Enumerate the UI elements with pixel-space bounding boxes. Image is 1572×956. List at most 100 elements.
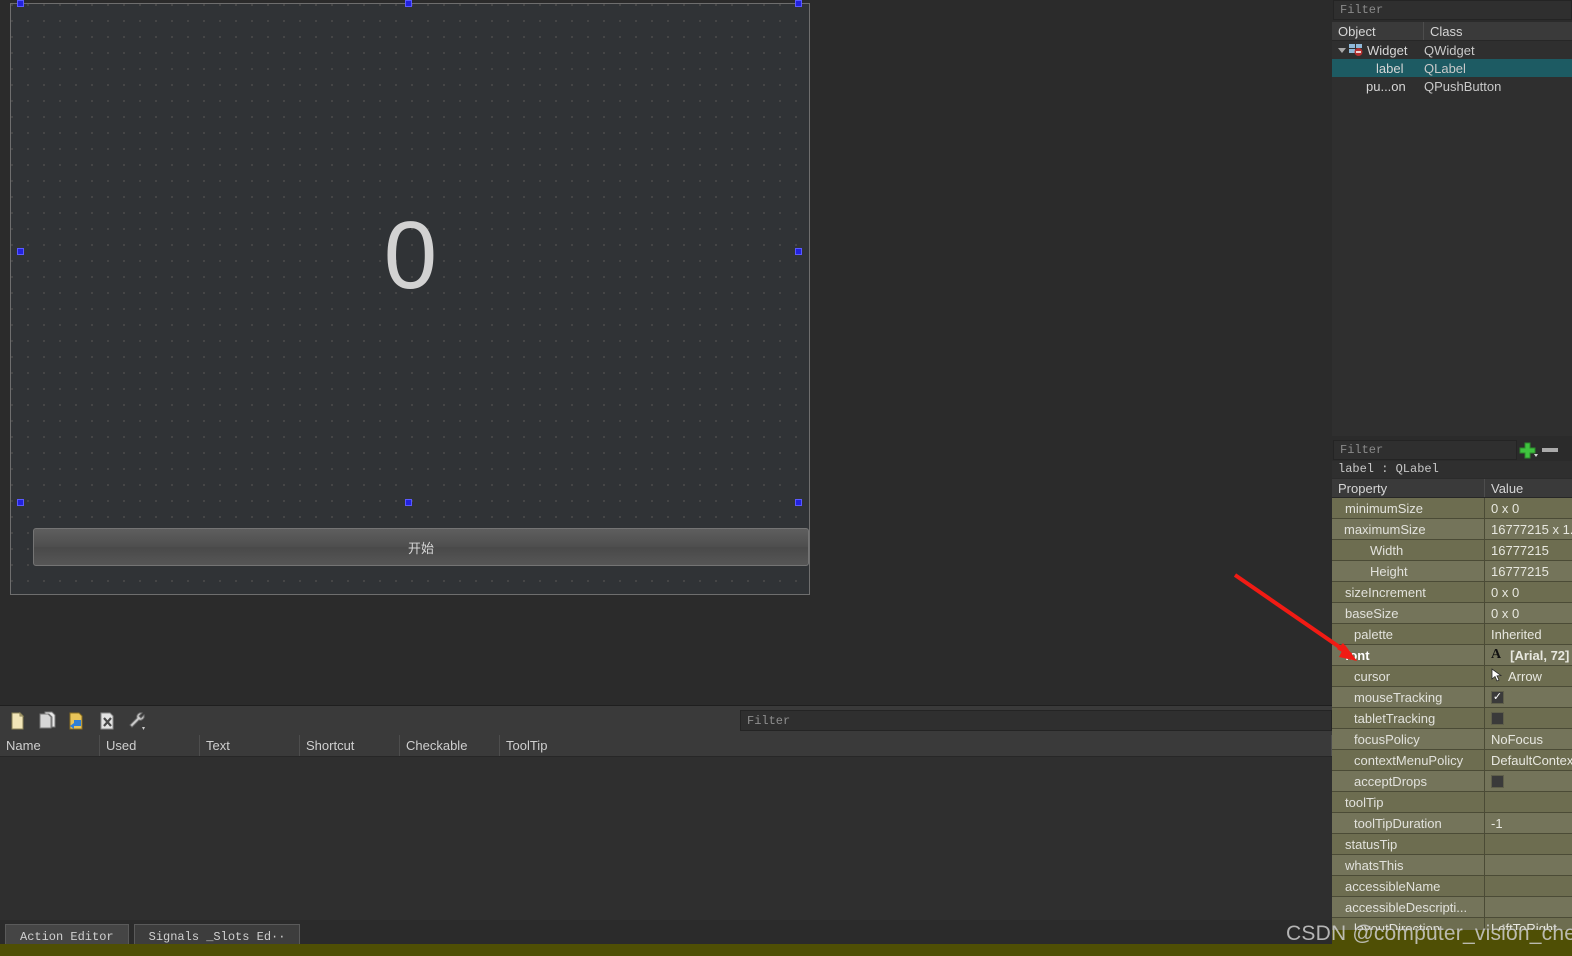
column-header-class[interactable]: Class [1424,22,1572,40]
property-row-focuspolicy[interactable]: focusPolicy NoFocus [1332,729,1572,750]
property-value-label: NoFocus [1491,731,1544,747]
column-header-text[interactable]: Text [200,735,300,756]
property-value-cell[interactable]: DefaultContex.. [1485,753,1572,768]
property-value-cell[interactable]: 16777215 [1485,564,1572,579]
property-row-accessibledescripti[interactable]: accessibleDescripti... [1332,897,1572,918]
property-row-minimumsize[interactable]: minimumSize 0 x 0 [1332,498,1572,519]
property-name-label: sizeIncrement [1345,584,1426,600]
label-widget[interactable]: 0 [22,6,799,506]
push-button-label: 开始 [407,540,434,556]
property-name-label: toolTipDuration [1354,815,1442,831]
column-header-value[interactable]: Value [1485,479,1529,497]
form-canvas[interactable]: 0 开始 [0,0,1332,705]
property-value-cell[interactable]: ✓ [1485,690,1572,704]
property-value-cell[interactable]: 0 x 0 [1485,606,1572,621]
edit-icon[interactable] [66,710,88,732]
column-header-object[interactable]: Object [1332,22,1424,40]
property-row-tablettracking[interactable]: tabletTracking [1332,708,1572,729]
watermark-text: CSDN @computer_vision_chen [1286,922,1572,945]
property-row-accessiblename[interactable]: accessibleName [1332,876,1572,897]
property-row-tooltip[interactable]: toolTip [1332,792,1572,813]
property-value-cell[interactable]: 0 x 0 [1485,585,1572,600]
property-value-label: -1 [1491,815,1503,831]
tree-item-pushbutton[interactable]: pu...on QPushButton [1332,77,1572,95]
property-row-tooltipduration[interactable]: toolTipDuration -1 [1332,813,1572,834]
property-name-cell: minimumSize [1332,498,1485,518]
wrench-icon[interactable] [126,710,148,732]
property-editor-dock: Filter label : QLabel Property Value min… [1332,438,1572,956]
property-name-cell: sizeIncrement [1332,582,1485,602]
action-filter-input[interactable]: Filter [740,710,1332,731]
selection-handle-bottom-left[interactable] [17,499,24,506]
property-row-acceptdrops[interactable]: acceptDrops [1332,771,1572,792]
property-name-label: font [1345,647,1370,663]
property-value-cell[interactable]: A [Arial, 72] [1485,647,1572,663]
property-name-cell: focusPolicy [1332,729,1485,749]
tree-item-widget[interactable]: Widget QWidget [1332,41,1572,59]
action-table-header: Name Used Text Shortcut Checkable ToolTi… [0,735,1332,757]
delete-icon[interactable] [96,710,118,732]
tree-item-class: QPushButton [1424,78,1502,94]
property-name-cell: baseSize [1332,603,1485,623]
property-value-cell[interactable]: 16777215 [1485,543,1572,558]
property-row-statustip[interactable]: statusTip [1332,834,1572,855]
property-value-label: 0 x 0 [1491,584,1520,600]
selection-handle-middle-left[interactable] [17,248,24,255]
push-button-widget[interactable]: 开始 [33,528,809,566]
property-row-mousetracking[interactable]: mouseTracking ✓ [1332,687,1572,708]
property-row-cursor[interactable]: cursor Arrow [1332,666,1572,687]
form-widget[interactable]: 0 开始 [10,3,810,595]
checkbox-unchecked-icon[interactable] [1491,774,1504,788]
object-filter-input[interactable]: Filter [1333,0,1572,20]
property-name-label: maximumSize [1344,521,1426,537]
selection-handle-top-right[interactable] [795,0,802,7]
selection-handle-top-left[interactable] [17,0,24,7]
add-property-button[interactable] [1517,440,1539,460]
property-row-basesize[interactable]: baseSize 0 x 0 [1332,603,1572,624]
new-action-icon[interactable] [6,710,28,732]
column-header-property[interactable]: Property [1332,479,1485,497]
property-list[interactable]: minimumSize 0 x 0 maximumSize 16777215 x 1.… [1332,498,1572,938]
property-row-maximumsize[interactable]: maximumSize 16777215 x 1.. [1332,519,1572,540]
property-row-height[interactable]: Height 16777215 [1332,561,1572,582]
property-filter-input[interactable]: Filter [1333,440,1517,460]
copy-icon[interactable] [36,710,58,732]
checkbox-checked-icon[interactable]: ✓ [1491,690,1504,704]
property-row-palette[interactable]: palette Inherited [1332,624,1572,645]
action-table-body[interactable] [0,757,1332,920]
remove-property-button[interactable] [1539,440,1561,460]
selection-handle-bottom-center[interactable] [405,499,412,506]
selection-handle-middle-right[interactable] [795,248,802,255]
column-header-checkable[interactable]: Checkable [400,735,500,756]
property-value-label: 16777215 [1491,542,1549,558]
property-value-cell[interactable]: Inherited [1485,627,1572,642]
property-value-cell[interactable]: NoFocus [1485,732,1572,747]
property-value-cell[interactable] [1485,711,1572,725]
object-tree[interactable]: Widget QWidget label QLabel pu...on QPus… [1332,41,1572,436]
property-row-width[interactable]: Width 16777215 [1332,540,1572,561]
column-header-tooltip[interactable]: ToolTip [500,735,1332,756]
property-name-cell: acceptDrops [1332,771,1485,791]
tree-item-label-text: pu...on [1366,78,1406,94]
property-value-cell[interactable]: -1 [1485,816,1572,831]
property-value-label: Arrow [1508,668,1542,684]
property-value-label: Inherited [1491,626,1542,642]
property-value-cell[interactable]: 0 x 0 [1485,501,1572,516]
property-row-font[interactable]: font A [Arial, 72] [1332,645,1572,666]
property-value-cell[interactable] [1485,774,1572,788]
property-value-cell[interactable]: 16777215 x 1.. [1485,522,1572,537]
property-value-label: 16777215 [1491,563,1549,579]
checkbox-unchecked-icon[interactable] [1491,711,1504,725]
column-header-used[interactable]: Used [100,735,200,756]
property-row-sizeincrement[interactable]: sizeIncrement 0 x 0 [1332,582,1572,603]
property-name-label: acceptDrops [1354,773,1427,789]
property-row-whatsthis[interactable]: whatsThis [1332,855,1572,876]
tree-item-label[interactable]: label QLabel [1332,59,1572,77]
column-header-name[interactable]: Name [0,735,100,756]
selection-handle-top-center[interactable] [405,0,412,7]
property-value-cell[interactable]: Arrow [1485,667,1572,685]
chevron-down-icon[interactable] [1338,47,1346,53]
column-header-shortcut[interactable]: Shortcut [300,735,400,756]
selection-handle-bottom-right[interactable] [795,499,802,506]
property-row-contextmenupolicy[interactable]: contextMenuPolicy DefaultContex.. [1332,750,1572,771]
